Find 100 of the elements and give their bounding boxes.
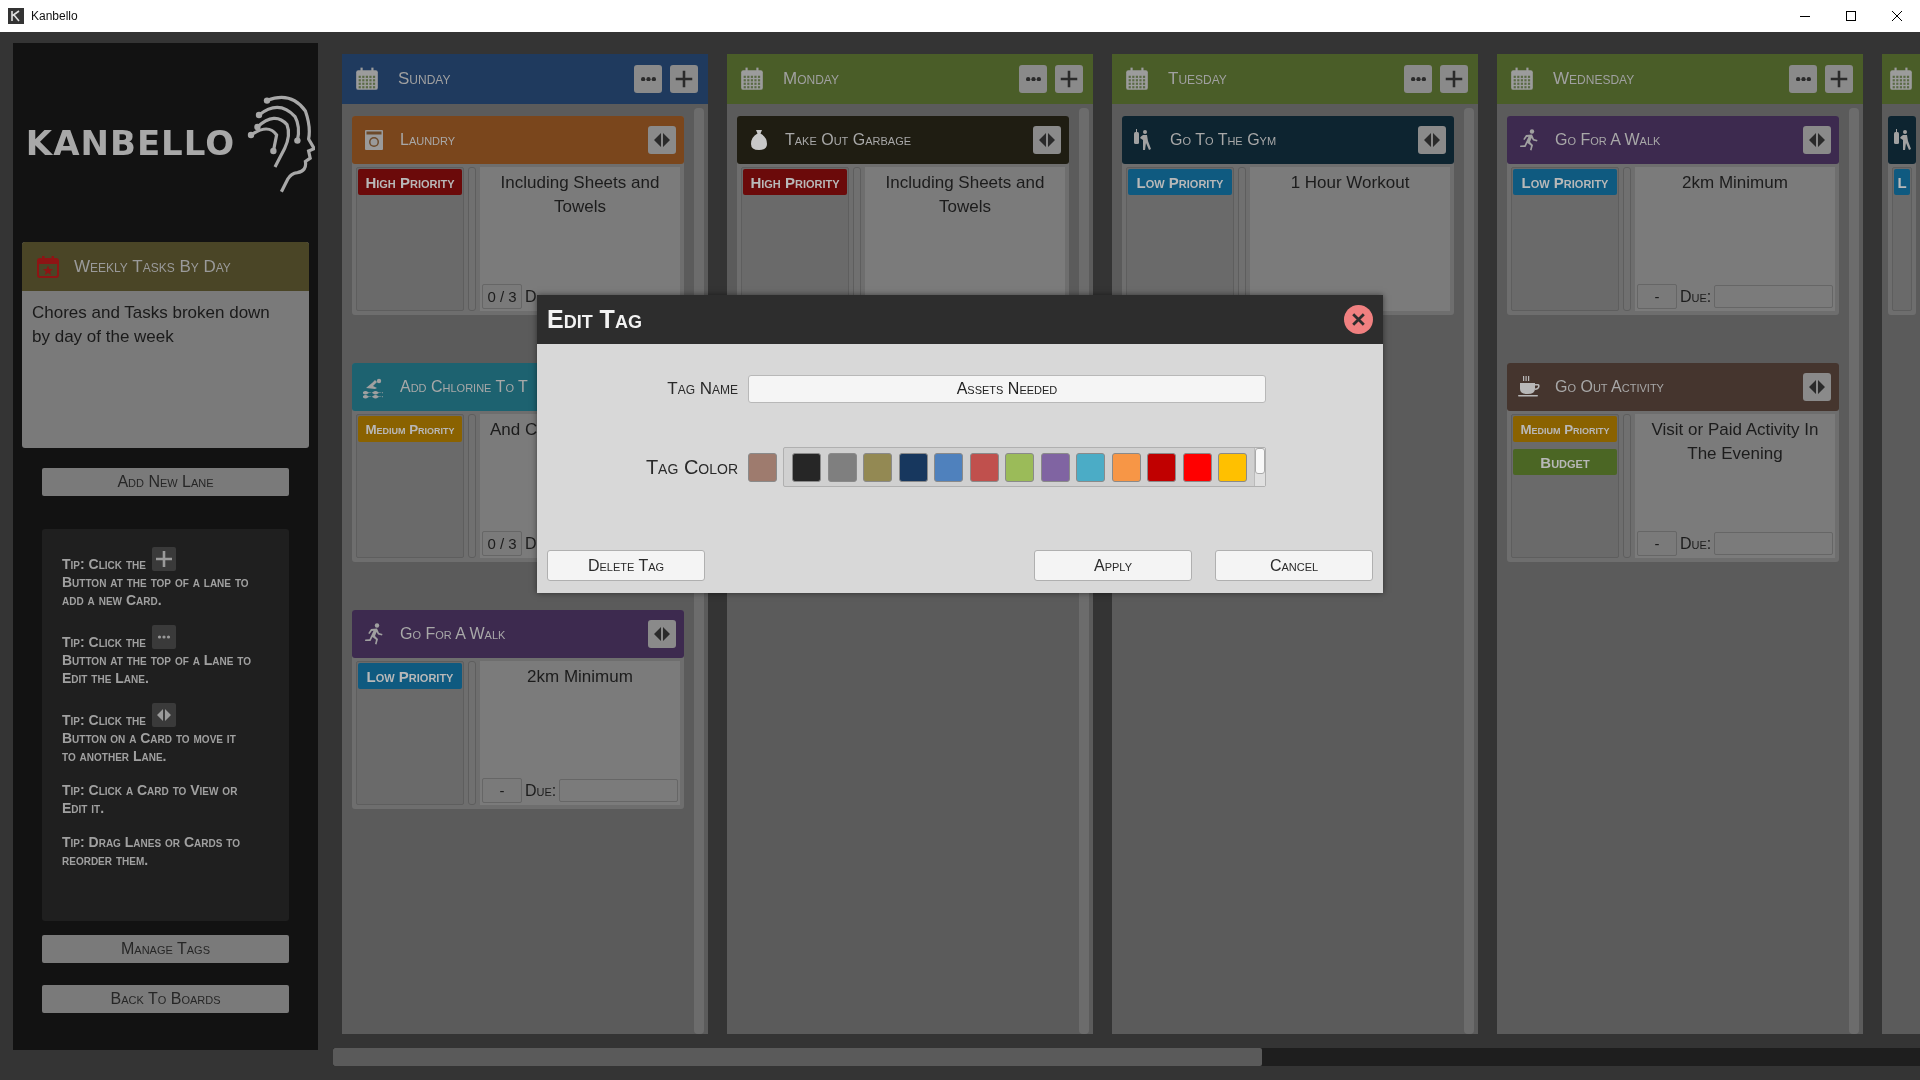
tip-text: Button at the top of a lane to add a new Card.: [62, 573, 250, 609]
color-swatch[interactable]: [827, 452, 857, 482]
due-label: Due:: [525, 781, 557, 800]
sidebar-button[interactable]: Back To Boards: [42, 985, 289, 1013]
close-button[interactable]: [1344, 305, 1373, 334]
board-title: Weekly Tasks By Day: [74, 256, 231, 277]
move-card-button[interactable]: [1803, 373, 1831, 401]
tip-text: Button at the top of a Lane to Edit the Lane.: [62, 651, 253, 687]
tag: Medium Priority: [1513, 416, 1617, 442]
board-header[interactable]: Weekly Tasks By Day: [22, 242, 309, 291]
card-description: 2km Minimum: [526, 666, 634, 688]
add-lane-button[interactable]: Add New Lane: [42, 468, 289, 496]
card-title: Laundry: [400, 131, 456, 149]
task-card[interactable]: Go For A Walk Low Priority 2km Minimum - Due:: [1507, 116, 1839, 315]
lane-header[interactable]: Wednesday: [1497, 54, 1863, 104]
checklist-button[interactable]: -: [482, 778, 522, 803]
more-icon: [640, 76, 656, 82]
dialog-button[interactable]: Apply: [1034, 550, 1192, 581]
lane-menu-button[interactable]: [1789, 65, 1817, 93]
dialog-button[interactable]: Delete Tag: [547, 550, 705, 581]
palette-scrollbar[interactable]: [1253, 448, 1265, 486]
window-title: Kanbello: [31, 9, 78, 23]
plus-icon: [673, 68, 695, 90]
move-card-button[interactable]: [1033, 126, 1061, 154]
card-title: Take Out Garbage: [785, 131, 912, 149]
tip-text: Tip: Click the: [62, 711, 146, 729]
task-card[interactable]: Go To The Gym Low Priority 1 Hour Workout: [1122, 116, 1454, 315]
lane-header[interactable]: [1882, 54, 1920, 104]
tag: Low Priority: [1513, 169, 1617, 195]
checklist-button[interactable]: 0 / 3: [482, 284, 522, 309]
card-description: And C: [489, 419, 539, 441]
color-swatch[interactable]: [1111, 452, 1141, 482]
checklist-button[interactable]: -: [1637, 531, 1677, 556]
tag: High Priority: [743, 169, 847, 195]
due-label: Due:: [1680, 534, 1712, 553]
task-card[interactable]: L: [1888, 116, 1916, 315]
add-card-button[interactable]: [1440, 65, 1468, 93]
coffee-cup-icon: [1517, 375, 1541, 399]
sidebar-button[interactable]: Manage Tags: [42, 935, 289, 963]
plus-icon: [1828, 68, 1850, 90]
color-swatch[interactable]: [1182, 452, 1212, 482]
tag-name-field[interactable]: Assets Needed: [748, 375, 1266, 403]
lane-menu-button[interactable]: [634, 65, 662, 93]
add-card-button[interactable]: [670, 65, 698, 93]
task-card[interactable]: Go Out Activity Medium Priority Budget Visit or Paid Activity In The Evening - Due:: [1507, 363, 1839, 562]
color-swatch[interactable]: [1005, 452, 1034, 482]
card-description: 2km Minimum: [1681, 172, 1789, 194]
lane-title: Tuesday: [1168, 69, 1227, 89]
color-swatch[interactable]: [863, 452, 892, 482]
tag: Low Priority: [358, 663, 462, 689]
calendar-icon: [1124, 66, 1150, 92]
due-label: D: [525, 287, 537, 306]
dialog-button[interactable]: Cancel: [1215, 550, 1373, 581]
left-right-arrows-icon: [1809, 133, 1825, 147]
color-swatch[interactable]: [898, 452, 928, 482]
scrollbar-thumb[interactable]: [333, 1048, 1262, 1066]
more-icon: [151, 625, 176, 649]
minimize-icon: [1800, 15, 1810, 17]
left-right-arrows-icon: [654, 627, 670, 641]
horizontal-scrollbar[interactable]: [333, 1048, 1920, 1066]
color-swatch[interactable]: [1218, 452, 1247, 482]
tip-text: Tip: Drag Lanes or Cards to reorder them.: [62, 833, 241, 869]
logo-text: KANBELLO: [25, 122, 236, 163]
add-card-button[interactable]: [1825, 65, 1853, 93]
lane-menu-button[interactable]: [1019, 65, 1047, 93]
lane-title: Sunday: [398, 69, 451, 89]
move-card-button[interactable]: [1418, 126, 1446, 154]
lane-scrollbar[interactable]: [1849, 108, 1859, 1034]
lane-header[interactable]: Sunday: [342, 54, 708, 104]
lane-header[interactable]: Monday: [727, 54, 1093, 104]
add-card-button[interactable]: [1055, 65, 1083, 93]
tag: Budget: [1513, 449, 1617, 475]
color-swatch[interactable]: [792, 452, 821, 482]
washing-machine-icon: [362, 128, 386, 152]
color-swatch[interactable]: [1040, 452, 1070, 482]
color-swatch[interactable]: [969, 452, 999, 482]
left-right-arrows-icon: [654, 133, 670, 147]
checklist-button[interactable]: 0 / 3: [482, 531, 522, 556]
lane-header[interactable]: Tuesday: [1112, 54, 1478, 104]
lane-menu-button[interactable]: [1404, 65, 1432, 93]
left-right-arrows-icon: [151, 703, 176, 727]
card-title: Go For A Walk: [1555, 131, 1661, 149]
move-card-button[interactable]: [1803, 126, 1831, 154]
move-card-button[interactable]: [648, 126, 676, 154]
color-swatch[interactable]: [1147, 452, 1176, 482]
checklist-button[interactable]: -: [1637, 284, 1677, 309]
color-swatch[interactable]: [1076, 452, 1105, 482]
board-description: Chores and Tasks broken down by day of the week: [31, 302, 271, 348]
card-title: Go For A Walk: [400, 625, 506, 643]
tip-text: Tip: Click the: [62, 633, 146, 651]
left-right-arrows-icon: [1039, 133, 1055, 147]
plus-icon: [151, 547, 176, 571]
task-card[interactable]: Go For A Walk Low Priority 2km Minimum - Due:: [352, 610, 684, 809]
move-card-button[interactable]: [648, 620, 676, 648]
close-icon: [1350, 311, 1367, 328]
card-title: Go To The Gym: [1170, 131, 1277, 149]
more-icon: [1410, 76, 1426, 82]
color-swatch[interactable]: [934, 452, 963, 482]
card-description: Including Sheets and Towels: [499, 172, 661, 218]
lane-scrollbar[interactable]: [1464, 108, 1474, 1034]
